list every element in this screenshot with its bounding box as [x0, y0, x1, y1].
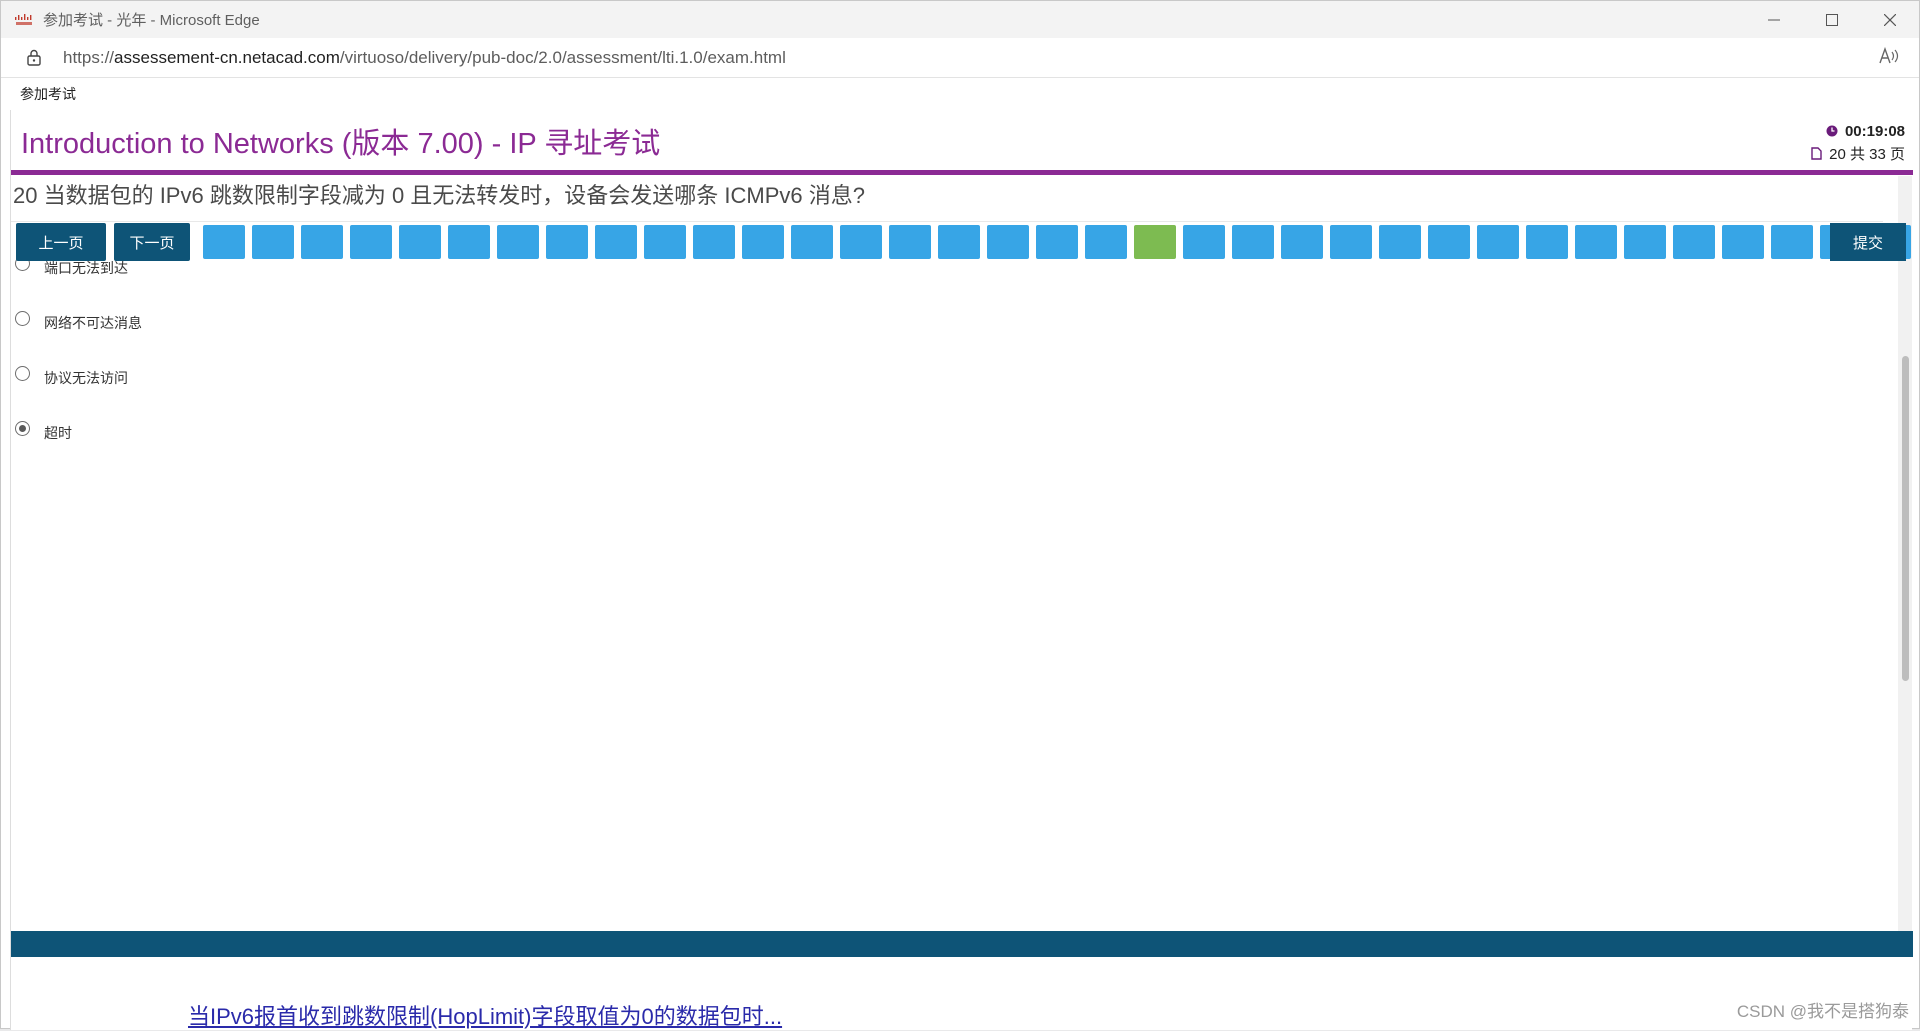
- submit-button[interactable]: 提交: [1830, 223, 1906, 261]
- bookmarks-bar: 参加考试: [1, 78, 1919, 110]
- exam-status: 00:19:08 20 共 33 页: [1809, 120, 1905, 164]
- question-nav-box[interactable]: [1722, 225, 1764, 259]
- scrollbar-thumb[interactable]: [1902, 356, 1909, 681]
- exam-timer: 00:19:08: [1844, 122, 1905, 140]
- option-label: 超时: [44, 424, 72, 441]
- question-nav-box[interactable]: [1085, 225, 1127, 259]
- page-icon: [1809, 146, 1823, 160]
- title-bar: 参加考试 - 光年 - Microsoft Edge: [1, 1, 1919, 38]
- question-nav-box[interactable]: [1673, 225, 1715, 259]
- window-controls: [1745, 1, 1919, 38]
- question-nav-box[interactable]: [644, 225, 686, 259]
- question-nav-box[interactable]: [1575, 225, 1617, 259]
- url-path: /virtuoso/delivery/pub-doc/2.0/assessmen…: [339, 47, 786, 67]
- question-nav-box[interactable]: [791, 225, 833, 259]
- question-nav-box[interactable]: [840, 225, 882, 259]
- address-bar[interactable]: https://assessement-cn.netacad.com/virtu…: [1, 38, 1919, 78]
- question-nav-box[interactable]: [693, 225, 735, 259]
- exam-title: Introduction to Networks (版本 7.00) - IP …: [21, 128, 661, 160]
- header-divider: [11, 170, 1913, 175]
- question-nav-box[interactable]: [742, 225, 784, 259]
- url-prefix: https://: [63, 47, 115, 67]
- question-nav-box[interactable]: [497, 225, 539, 259]
- question-nav-box[interactable]: [938, 225, 980, 259]
- lock-icon[interactable]: [27, 49, 51, 66]
- question-nav-box[interactable]: [1036, 225, 1078, 259]
- question-nav-box[interactable]: [252, 225, 294, 259]
- radio-button[interactable]: [15, 311, 30, 326]
- background-link-text: 当IPv6报首收到跳数限制(HopLimit)字段取值为0的数据包时...: [188, 1004, 783, 1029]
- question-nav-box[interactable]: [301, 225, 343, 259]
- question-nav-box[interactable]: [595, 225, 637, 259]
- question-nav-box[interactable]: [399, 225, 441, 259]
- answer-options: 端口无法到达 网络不可达消息 协议无法访问 超时: [15, 240, 142, 460]
- question-text: 20 当数据包的 IPv6 跳数限制字段减为 0 且无法转发时，设备会发送哪条 …: [13, 183, 865, 208]
- clock-icon: [1825, 124, 1839, 138]
- question-nav-box[interactable]: [546, 225, 588, 259]
- question-nav-box[interactable]: [1232, 225, 1274, 259]
- answer-option[interactable]: 网络不可达消息: [15, 295, 142, 350]
- question-nav-box[interactable]: [1526, 225, 1568, 259]
- question-nav-box[interactable]: [1183, 225, 1225, 259]
- question-nav-box[interactable]: [350, 225, 392, 259]
- question-nav-box[interactable]: [1428, 225, 1470, 259]
- progress-strip: [11, 931, 1913, 957]
- next-page-button[interactable]: 下一页: [114, 223, 190, 261]
- url-text[interactable]: https://assessement-cn.netacad.com/virtu…: [63, 48, 786, 68]
- window-title: 参加考试 - 光年 - Microsoft Edge: [43, 12, 260, 29]
- question-nav-box[interactable]: [1771, 225, 1813, 259]
- page-indicator: 20 共 33 页: [1829, 145, 1905, 163]
- question-navigator: [203, 225, 1911, 259]
- answer-option-selected[interactable]: 超时: [15, 405, 142, 460]
- answer-option[interactable]: 协议无法访问: [15, 350, 142, 405]
- question-nav-box[interactable]: [203, 225, 245, 259]
- question-divider: [11, 221, 1883, 222]
- exam-page: Introduction to Networks (版本 7.00) - IP …: [10, 110, 1913, 1030]
- cisco-logo-icon: [13, 13, 35, 27]
- question-nav-box[interactable]: [1379, 225, 1421, 259]
- question-nav-box[interactable]: [1624, 225, 1666, 259]
- minimize-icon[interactable]: [1745, 1, 1803, 38]
- option-label: 协议无法访问: [44, 369, 128, 386]
- exam-header: Introduction to Networks (版本 7.00) - IP …: [11, 110, 1913, 170]
- option-label: 网络不可达消息: [44, 314, 142, 331]
- background-link: 当IPv6报首收到跳数限制(HopLimit)字段取值为0的数据包时...: [188, 999, 808, 1031]
- question-nav-box-current[interactable]: [1134, 225, 1176, 259]
- radio-button[interactable]: [15, 366, 30, 381]
- radio-button-selected[interactable]: [15, 421, 30, 436]
- url-host: assessement-cn.netacad.com: [114, 47, 340, 67]
- close-icon[interactable]: [1861, 1, 1919, 38]
- maximize-icon[interactable]: [1803, 1, 1861, 38]
- prev-page-button[interactable]: 上一页: [16, 223, 106, 261]
- question-nav-box[interactable]: [1330, 225, 1372, 259]
- question-nav-box[interactable]: [889, 225, 931, 259]
- bookmark-item[interactable]: 参加考试: [20, 84, 76, 104]
- question-nav-box[interactable]: [1281, 225, 1323, 259]
- question-nav-box[interactable]: [448, 225, 490, 259]
- vertical-scrollbar[interactable]: [1898, 176, 1912, 936]
- read-aloud-icon[interactable]: [1879, 46, 1899, 70]
- watermark: CSDN @我不是搭狗泰: [1736, 1002, 1909, 1021]
- browser-window: 参加考试 - 光年 - Microsoft Edge https://asses…: [0, 0, 1920, 1031]
- question-nav-box[interactable]: [1477, 225, 1519, 259]
- question-nav-box[interactable]: [987, 225, 1029, 259]
